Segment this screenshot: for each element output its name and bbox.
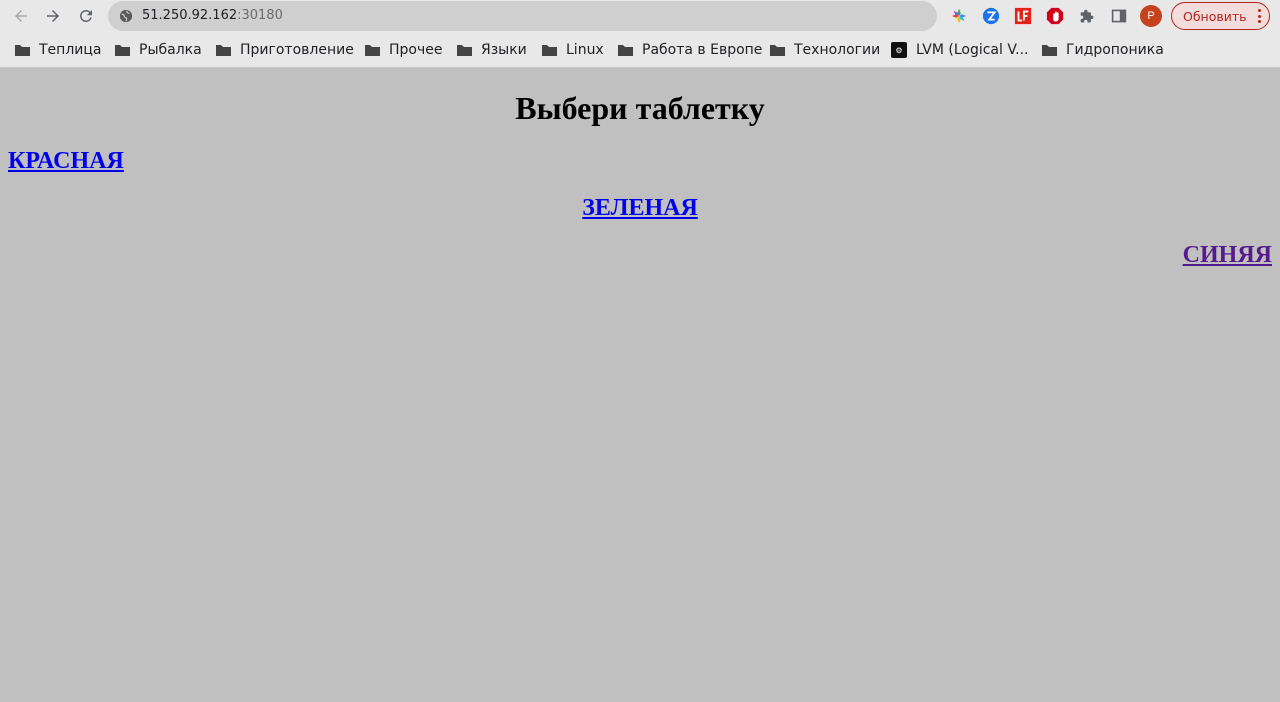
- folder-icon: [365, 44, 380, 56]
- bookmark-rybalka[interactable]: Рыбалка: [115, 40, 202, 60]
- green-pill-link[interactable]: ЗЕЛЕНАЯ: [582, 195, 698, 221]
- forward-button[interactable]: [41, 4, 65, 28]
- folder-icon: [770, 44, 785, 56]
- bookmarks-bar: Теплица Рыбалка Приготовление Прочее Язы…: [0, 32, 1280, 91]
- folder-icon: [15, 44, 30, 56]
- bookmark-label: Рыбалка: [139, 42, 202, 58]
- bookmark-gidroponika[interactable]: Гидропоника: [1042, 40, 1164, 60]
- blue-pill-link[interactable]: СИНЯЯ: [1183, 242, 1272, 269]
- bookmark-linux[interactable]: Linux: [542, 40, 604, 60]
- side-panel-icon[interactable]: [1109, 6, 1129, 26]
- bookmark-rabota-v-evrope[interactable]: Работа в Европе: [618, 40, 762, 60]
- bookmark-prochee[interactable]: Прочее: [365, 40, 442, 60]
- page-content: Выбери таблетку КРАСНАЯ ЗЕЛЕНАЯ СИНЯЯ: [0, 69, 1280, 702]
- bookmark-label: Гидропоника: [1066, 42, 1164, 58]
- folder-icon: [216, 44, 231, 56]
- site-info-icon[interactable]: [119, 9, 133, 23]
- site-favicon-icon: ⚙: [891, 42, 907, 58]
- lf-extension-icon[interactable]: [1013, 6, 1033, 26]
- url-host: 51.250.92.162: [142, 8, 238, 23]
- bookmark-yazyki[interactable]: Языки: [457, 40, 527, 60]
- bookmark-prigotovlenie[interactable]: Приготовление: [216, 40, 354, 60]
- bookmark-label: Приготовление: [240, 42, 354, 58]
- url-text: 51.250.92.162:30180: [142, 8, 283, 23]
- folder-icon: [115, 44, 130, 56]
- folder-icon: [457, 44, 472, 56]
- zoom-extension-icon[interactable]: [981, 6, 1001, 26]
- arrow-right-icon: [47, 10, 59, 22]
- adblock-extension-icon[interactable]: [1045, 6, 1065, 26]
- address-bar[interactable]: 51.250.92.162:30180: [108, 1, 937, 31]
- bookmark-lvm[interactable]: ⚙ LVM (Logical V...: [891, 40, 1028, 60]
- bookmark-tekhnologii[interactable]: Технологии: [770, 40, 880, 60]
- bookmark-label: Теплица: [39, 42, 102, 58]
- red-pill-link[interactable]: КРАСНАЯ: [8, 148, 124, 175]
- reload-icon: [79, 9, 92, 22]
- bookmark-label: Работа в Европе: [642, 42, 763, 58]
- bookmark-teplitsa[interactable]: Теплица: [15, 40, 101, 60]
- bookmark-label: LVM (Logical V...: [916, 42, 1029, 58]
- bookmark-label: Языки: [481, 42, 527, 58]
- update-button[interactable]: Обновить: [1171, 2, 1270, 30]
- color-extension-icon[interactable]: [949, 6, 969, 26]
- page-title: Выбери таблетку: [515, 90, 765, 126]
- back-button[interactable]: [9, 4, 33, 28]
- bookmark-label: Linux: [566, 42, 604, 58]
- folder-icon: [618, 44, 633, 56]
- arrow-left-icon: [15, 10, 27, 22]
- bookmark-label: Прочее: [389, 42, 443, 58]
- update-button-label: Обновить: [1183, 8, 1247, 24]
- reload-button[interactable]: [74, 4, 98, 28]
- bookmark-label: Технологии: [794, 42, 881, 58]
- kebab-menu-icon: [1257, 9, 1261, 23]
- folder-icon: [1042, 44, 1057, 56]
- url-port: :30180: [237, 8, 283, 23]
- profile-avatar[interactable]: P: [1140, 5, 1162, 27]
- folder-icon: [542, 44, 557, 56]
- puzzle-icon[interactable]: [1077, 6, 1097, 26]
- green-pill-row: ЗЕЛЕНАЯ: [0, 195, 1280, 222]
- browser-toolbar: 51.250.92.162:30180 P Обновить: [0, 0, 1280, 32]
